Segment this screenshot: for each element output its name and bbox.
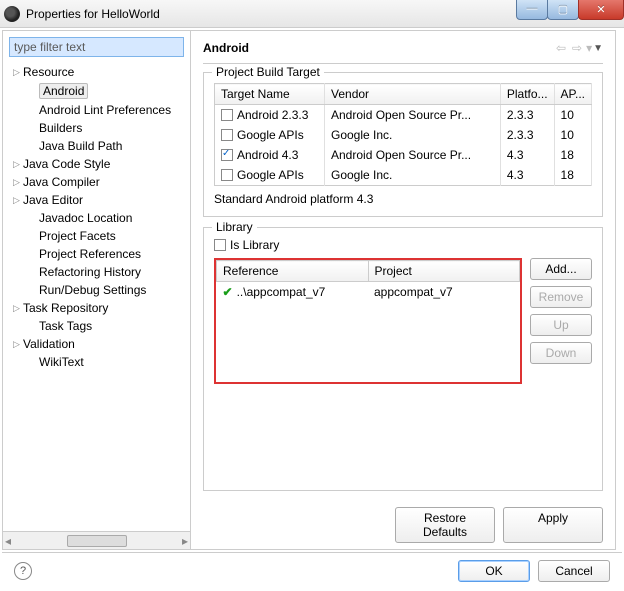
is-library-label: Is Library	[230, 238, 279, 252]
standard-platform-text: Standard Android platform 4.3	[214, 192, 592, 206]
tree-item[interactable]: Run/Debug Settings	[7, 281, 190, 299]
minimize-button[interactable]: —	[516, 0, 548, 20]
tree-item[interactable]: Android	[7, 81, 190, 101]
col-reference[interactable]: Reference	[217, 261, 369, 282]
nav-tree[interactable]: Resource Android Android Lint Preferences B…	[3, 63, 190, 531]
tree-item-label: Java Code Style	[23, 157, 110, 171]
col-api[interactable]: AP...	[554, 84, 591, 105]
target-checkbox[interactable]	[221, 129, 233, 141]
restore-defaults-button[interactable]: Restore Defaults	[395, 507, 495, 543]
checkmark-icon: ✔	[223, 285, 233, 299]
library-title: Library	[212, 220, 257, 234]
h-scrollbar[interactable]: ◂ ▸	[3, 531, 190, 549]
table-row[interactable]: Android 2.3.3Android Open Source Pr...2.…	[215, 105, 592, 126]
tree-item-label: WikiText	[39, 355, 84, 369]
apply-button[interactable]: Apply	[503, 507, 603, 543]
tree-item[interactable]: Validation	[7, 335, 190, 353]
tree-item[interactable]: Task Repository	[7, 299, 190, 317]
build-target-title: Project Build Target	[212, 65, 324, 79]
tree-item-label: Android Lint Preferences	[39, 103, 171, 117]
target-checkbox[interactable]	[221, 109, 233, 121]
add-button[interactable]: Add...	[530, 258, 592, 280]
window-title: Properties for HelloWorld	[26, 7, 160, 21]
titlebar: Properties for HelloWorld — ▢ ✕	[0, 0, 624, 28]
tree-item[interactable]: Android Lint Preferences	[7, 101, 190, 119]
table-row[interactable]: Android 4.3Android Open Source Pr...4.31…	[215, 145, 592, 165]
app-icon	[4, 6, 20, 22]
close-button[interactable]: ✕	[578, 0, 624, 20]
tree-item[interactable]: Builders	[7, 119, 190, 137]
cancel-button[interactable]: Cancel	[538, 560, 610, 582]
filter-input[interactable]	[9, 37, 184, 57]
settings-pane: Android ⇦ ⇨ ▾ ▼ Project Build Target Tar…	[191, 31, 615, 549]
is-library-checkbox[interactable]	[214, 239, 226, 251]
tree-item-label: Refactoring History	[39, 265, 141, 279]
tree-item-label: Project Facets	[39, 229, 116, 243]
tree-item-label: Java Build Path	[39, 139, 122, 153]
table-row[interactable]: Google APIsGoogle Inc.2.3.310	[215, 125, 592, 145]
ok-button[interactable]: OK	[458, 560, 530, 582]
tree-item-label: Java Editor	[23, 193, 83, 207]
target-checkbox[interactable]	[221, 169, 233, 181]
maximize-button[interactable]: ▢	[547, 0, 579, 20]
tree-item-label: Task Tags	[39, 319, 92, 333]
table-row[interactable]: Google APIsGoogle Inc.4.318	[215, 165, 592, 186]
build-target-group: Project Build Target Target Name Vendor …	[203, 72, 603, 217]
tree-item-label: Project References	[39, 247, 141, 261]
footer: ? OK Cancel	[2, 552, 622, 588]
tree-item[interactable]: Javadoc Location	[7, 209, 190, 227]
tree-item[interactable]: Java Build Path	[7, 137, 190, 155]
scrollbar-thumb[interactable]	[67, 535, 127, 547]
remove-button[interactable]: Remove	[530, 286, 592, 308]
table-row[interactable]: ✔..\appcompat_v7appcompat_v7	[217, 282, 520, 303]
help-icon[interactable]: ?	[14, 562, 32, 580]
col-project[interactable]: Project	[368, 261, 520, 282]
target-table: Target Name Vendor Platfo... AP... Andro…	[214, 83, 592, 186]
library-group: Library Is Library Reference Project ✔..…	[203, 227, 603, 491]
tree-item-label: Run/Debug Settings	[39, 283, 146, 297]
col-vendor[interactable]: Vendor	[325, 84, 501, 105]
up-button[interactable]: Up	[530, 314, 592, 336]
tree-item[interactable]: Java Editor	[7, 191, 190, 209]
col-target-name[interactable]: Target Name	[215, 84, 325, 105]
tree-item-label: Java Compiler	[23, 175, 100, 189]
col-platform[interactable]: Platfo...	[500, 84, 554, 105]
tree-item[interactable]: Java Compiler	[7, 173, 190, 191]
tree-item[interactable]: Project Facets	[7, 227, 190, 245]
down-button[interactable]: Down	[530, 342, 592, 364]
tree-item[interactable]: Task Tags	[7, 317, 190, 335]
view-menu-icon[interactable]: ▼	[593, 43, 603, 54]
tree-item-label: Resource	[23, 65, 74, 79]
target-checkbox[interactable]	[221, 149, 233, 161]
tree-item[interactable]: Project References	[7, 245, 190, 263]
tree-item-label: Validation	[23, 337, 75, 351]
tree-item-label: Javadoc Location	[39, 211, 132, 225]
page-title: Android	[203, 41, 553, 55]
tree-item[interactable]: Resource	[7, 63, 190, 81]
back-icon[interactable]: ⇦	[556, 41, 566, 55]
tree-item[interactable]: Refactoring History	[7, 263, 190, 281]
tree-item[interactable]: Java Code Style	[7, 155, 190, 173]
tree-item-label: Builders	[39, 121, 82, 135]
library-table[interactable]: Reference Project ✔..\appcompat_v7appcom…	[214, 258, 522, 384]
tree-item-label: Android	[39, 83, 88, 99]
tree-item-label: Task Repository	[23, 301, 108, 315]
forward-icon[interactable]: ⇨	[572, 41, 582, 55]
nav-tree-pane: Resource Android Android Lint Preferences B…	[3, 31, 191, 549]
tree-item[interactable]: WikiText	[7, 353, 190, 371]
